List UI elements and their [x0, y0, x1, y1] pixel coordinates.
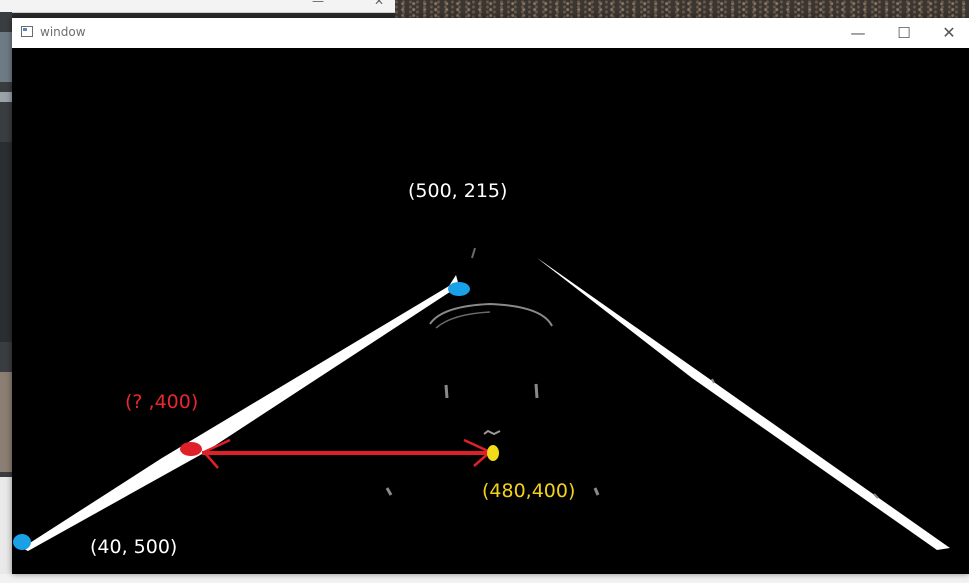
top-point-label: (500, 215) — [408, 180, 508, 202]
background-thumbnail — [0, 142, 12, 342]
background-thumbnail — [0, 32, 12, 82]
window-title: window — [40, 25, 86, 39]
maximize-icon: ☐ — [897, 24, 911, 42]
background-thumbnail — [0, 477, 12, 583]
edge-contour — [385, 487, 393, 496]
edge-contour — [471, 247, 476, 259]
window-app-icon — [21, 26, 33, 37]
top-point-marker — [448, 282, 470, 296]
close-button[interactable]: ✕ — [926, 18, 969, 48]
edge-contour — [444, 384, 449, 399]
background-thumbnail — [0, 92, 12, 102]
window-titlebar[interactable]: window — ☐ ✕ — [12, 18, 969, 48]
image-canvas: (500, 215) (40, 500) (? ,400) (480,400) — [12, 48, 969, 574]
edge-contour — [435, 311, 491, 329]
background-window-bottom — [0, 574, 969, 583]
background-window-edge — [0, 12, 12, 583]
bottom-left-point-label: (40, 500) — [90, 536, 178, 558]
background-minimize-icon: — — [312, 0, 324, 8]
minimize-icon: — — [850, 24, 866, 42]
desktop-background — [395, 0, 969, 18]
right-lane-line — [537, 258, 950, 550]
minimize-button[interactable]: — — [835, 18, 881, 48]
background-thumbnail — [0, 372, 12, 472]
unknown-point-label: (? ,400) — [125, 391, 199, 413]
edge-contour — [483, 429, 501, 436]
edge-contour — [593, 487, 600, 496]
background-window-titlebar: — ✕ — [0, 0, 395, 13]
target-point-label: (480,400) — [482, 480, 576, 502]
close-icon: ✕ — [942, 23, 956, 42]
left-lane-line — [22, 275, 459, 551]
target-point-marker — [487, 445, 499, 461]
unknown-point-marker — [180, 442, 202, 456]
image-viewer-window: window — ☐ ✕ (500, 215) (40, 500) (? ,40… — [12, 18, 969, 574]
background-close-icon: ✕ — [374, 0, 385, 8]
edge-contour — [534, 383, 539, 399]
maximize-button[interactable]: ☐ — [881, 18, 927, 48]
bottom-left-point-marker — [13, 534, 31, 550]
edge-contour — [429, 302, 553, 327]
